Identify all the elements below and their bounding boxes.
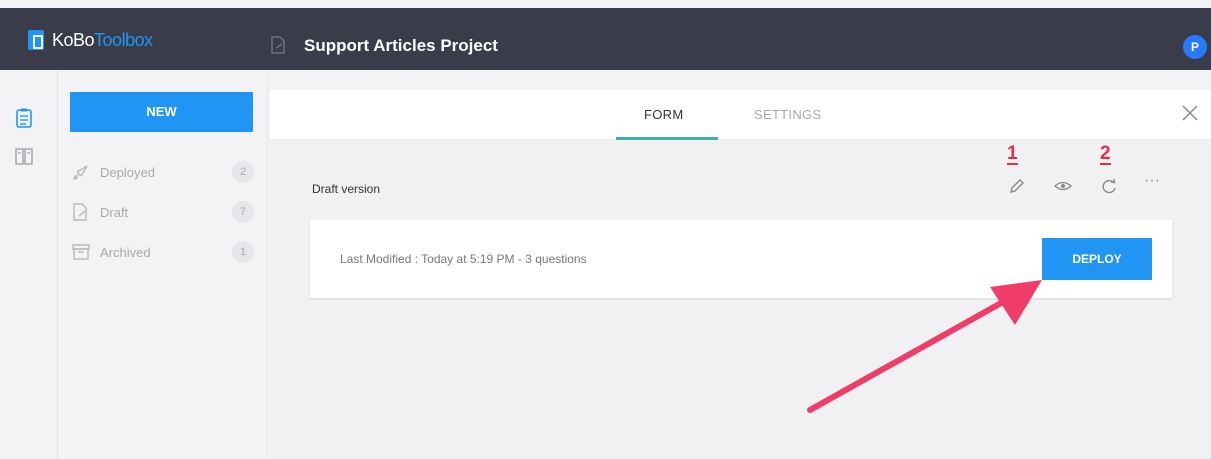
preview-eye-icon[interactable] bbox=[1054, 177, 1072, 195]
sidebar-item-label: Draft bbox=[100, 204, 129, 220]
kobotoolbox-logo[interactable]: KoBoToolbox bbox=[28, 28, 153, 52]
project-title: Support Articles Project bbox=[304, 36, 498, 55]
last-modified-text: Last Modified : Today at 5:19 PM - 3 que… bbox=[340, 252, 587, 266]
tab-form[interactable]: FORM bbox=[644, 107, 683, 122]
sidebar-item-label: Archived bbox=[100, 244, 151, 260]
forms-clipboard-icon[interactable] bbox=[15, 108, 33, 128]
project-form-icon bbox=[271, 36, 285, 54]
sidebar-item-draft[interactable]: Draft 7 bbox=[72, 200, 254, 224]
sidebar-item-label: Deployed bbox=[100, 164, 155, 180]
draft-version-title: Draft version bbox=[312, 182, 381, 196]
logo-kobo-text: KoBo bbox=[52, 29, 95, 50]
library-icon[interactable] bbox=[15, 146, 33, 166]
sidebar-item-deployed[interactable]: Deployed 2 bbox=[72, 160, 254, 184]
user-avatar[interactable]: P bbox=[1183, 35, 1207, 59]
active-tab-indicator bbox=[616, 137, 718, 140]
more-options-icon[interactable]: ··· bbox=[1144, 172, 1162, 190]
page: KoBoToolbox Support Articles Project P N… bbox=[0, 0, 1211, 459]
logo-icon bbox=[28, 30, 44, 50]
draft-card: Last Modified : Today at 5:19 PM - 3 que… bbox=[310, 220, 1172, 298]
edit-pencil-icon[interactable] bbox=[1008, 177, 1026, 195]
replace-refresh-icon[interactable] bbox=[1100, 177, 1118, 195]
sidebar-item-archived[interactable]: Archived 1 bbox=[72, 240, 254, 264]
annotation-number-1: 1 bbox=[1007, 143, 1018, 165]
main-panel: FORM SETTINGS Draft version 1 2 ··· Last… bbox=[270, 90, 1211, 459]
archive-icon bbox=[72, 244, 90, 260]
rocket-icon bbox=[73, 165, 88, 180]
close-icon[interactable] bbox=[1181, 104, 1199, 122]
draft-icon bbox=[73, 203, 87, 221]
archived-count-badge: 1 bbox=[232, 241, 254, 263]
deploy-button[interactable]: DEPLOY bbox=[1042, 238, 1152, 280]
top-header: KoBoToolbox Support Articles Project P bbox=[0, 8, 1211, 70]
sidebar: NEW Deployed 2 Draft 7 Archived 1 bbox=[58, 70, 268, 459]
logo-toolbox-text: Toolbox bbox=[94, 29, 153, 50]
deployed-count-badge: 2 bbox=[232, 161, 254, 183]
annotation-number-2: 2 bbox=[1100, 143, 1111, 165]
new-button[interactable]: NEW bbox=[70, 92, 253, 132]
tabs-bar: FORM SETTINGS bbox=[270, 90, 1211, 140]
draft-count-badge: 7 bbox=[232, 201, 254, 223]
tab-settings[interactable]: SETTINGS bbox=[754, 107, 821, 122]
left-rail bbox=[0, 70, 58, 459]
